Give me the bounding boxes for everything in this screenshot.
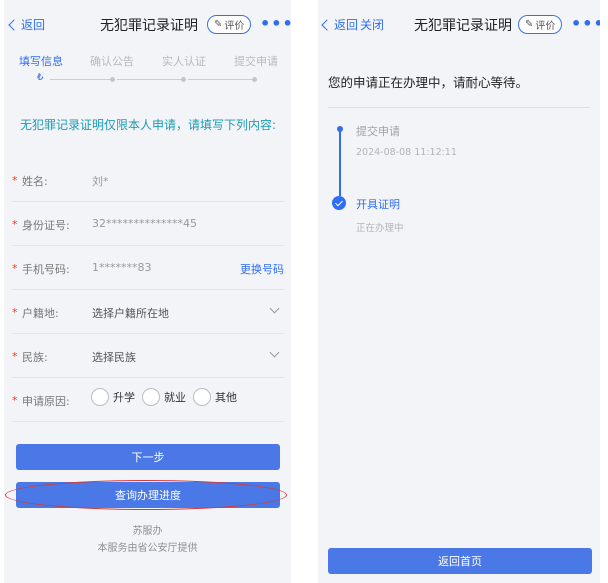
progress-screen: 返回 关闭 无犯罪记录证明 ✎ 评价 ••• 您的申请正在办理中，请耐心等待。 … bbox=[318, 0, 600, 583]
provider-note: 本服务由省公安厅提供 bbox=[97, 543, 198, 554]
more-menu-button[interactable]: ••• bbox=[260, 14, 291, 33]
ethnicity-placeholder: 选择民族 bbox=[92, 351, 136, 364]
step-submit: 提交申请 bbox=[234, 55, 278, 68]
reason-option-study[interactable]: 升学 bbox=[91, 388, 135, 406]
ethnicity-select[interactable]: * 民族: 选择民族 bbox=[12, 334, 284, 378]
rate-button[interactable]: ✎ 评价 bbox=[207, 15, 252, 34]
form-notice: 无犯罪记录证明仅限本人申请，请填写下列内容: bbox=[20, 118, 277, 132]
phone-field: * 手机号码: 1*******83 更换号码 bbox=[12, 246, 284, 290]
rate-label: 评价 bbox=[224, 21, 245, 32]
id-number-label: 身份证号: bbox=[22, 219, 70, 232]
reason-option-label: 就业 bbox=[164, 391, 186, 404]
timeline-line bbox=[339, 130, 341, 196]
reason-field: * 申请原因: 升学 就业 其他 bbox=[12, 378, 284, 422]
divider bbox=[328, 107, 590, 108]
required-mark: * bbox=[12, 394, 18, 407]
required-mark: * bbox=[12, 350, 18, 363]
home-button[interactable]: 返回首页 bbox=[328, 548, 592, 574]
step-identity-verify: 实人认证 bbox=[162, 55, 206, 68]
radio-circle bbox=[91, 388, 109, 406]
provider-brand: 苏服办 bbox=[132, 526, 163, 537]
step-connector bbox=[117, 79, 181, 80]
name-label: 姓名: bbox=[22, 175, 48, 188]
required-mark: * bbox=[12, 218, 18, 231]
phone-label: 手机号码: bbox=[22, 263, 70, 276]
radio-circle bbox=[193, 388, 211, 406]
chevron-left-icon bbox=[321, 19, 333, 31]
chevron-down-icon bbox=[269, 347, 280, 358]
name-value: 刘* bbox=[92, 175, 109, 188]
timeline-dot bbox=[337, 126, 343, 132]
pencil-icon: ✎ bbox=[525, 19, 534, 30]
hukou-select[interactable]: * 户籍地: 选择户籍所在地 bbox=[12, 290, 284, 334]
reason-option-job[interactable]: 就业 bbox=[142, 388, 186, 406]
hukou-placeholder: 选择户籍所在地 bbox=[92, 307, 169, 320]
id-number-value: 32**************45 bbox=[92, 217, 197, 230]
more-menu-button[interactable]: ••• bbox=[571, 14, 600, 33]
pencil-icon: ✎ bbox=[214, 19, 223, 30]
phone-value: 1*******83 bbox=[92, 261, 152, 274]
back-button[interactable]: 返回 bbox=[321, 16, 359, 33]
back-label: 返回 bbox=[334, 18, 359, 32]
step-confirm-notice: 确认公告 bbox=[90, 55, 134, 68]
timeline-step-time: 2024-08-08 11:12:11 bbox=[356, 147, 457, 158]
close-label: 关闭 bbox=[360, 18, 385, 32]
status-message: 您的申请正在办理中，请耐心等待。 bbox=[328, 75, 529, 90]
reason-option-other[interactable]: 其他 bbox=[193, 388, 237, 406]
required-mark: * bbox=[12, 306, 18, 319]
change-phone-link[interactable]: 更换号码 bbox=[240, 261, 284, 277]
timeline-step-status: 正在办理中 bbox=[356, 223, 404, 234]
page-title: 无犯罪记录证明 bbox=[414, 18, 512, 34]
name-field: * 姓名: 刘* bbox=[12, 158, 284, 202]
timeline-step-title: 提交申请 bbox=[356, 125, 400, 138]
chevron-down-icon bbox=[269, 303, 280, 314]
rate-label: 评价 bbox=[535, 21, 556, 32]
required-mark: * bbox=[12, 174, 18, 187]
next-step-button[interactable]: 下一步 bbox=[16, 444, 280, 470]
required-mark: * bbox=[12, 262, 18, 275]
page-title: 无犯罪记录证明 bbox=[100, 18, 198, 34]
rate-button[interactable]: ✎ 评价 bbox=[518, 15, 563, 34]
radio-circle bbox=[142, 388, 160, 406]
current-step-icon: ₺ bbox=[37, 72, 44, 83]
step-dot bbox=[110, 77, 115, 82]
step-dot bbox=[181, 77, 186, 82]
close-button[interactable]: 关闭 bbox=[360, 16, 384, 33]
step-dot bbox=[252, 77, 257, 82]
reason-label: 申请原因: bbox=[22, 395, 70, 408]
step-fill-info: 填写信息 bbox=[19, 55, 63, 68]
hukou-label: 户籍地: bbox=[22, 307, 59, 320]
step-indicator: 填写信息 确认公告 实人认证 提交申请 ₺ bbox=[4, 50, 291, 90]
timeline-step-title: 开具证明 bbox=[356, 198, 400, 211]
id-number-field: * 身份证号: 32**************45 bbox=[12, 202, 284, 246]
reason-option-label: 升学 bbox=[113, 391, 135, 404]
step-connector bbox=[50, 79, 110, 80]
step-connector bbox=[188, 79, 252, 80]
ethnicity-label: 民族: bbox=[22, 351, 48, 364]
chevron-left-icon bbox=[8, 19, 20, 31]
nav-bar: 返回 无犯罪记录证明 ✎ 评价 ••• bbox=[4, 0, 291, 48]
check-progress-button[interactable]: 查询办理进度 bbox=[16, 482, 280, 508]
application-form-screen: 返回 无犯罪记录证明 ✎ 评价 ••• 填写信息 确认公告 实人认证 提交申请 … bbox=[4, 0, 291, 583]
check-circle-icon bbox=[332, 196, 346, 210]
back-label: 返回 bbox=[21, 18, 46, 32]
nav-bar: 返回 关闭 无犯罪记录证明 ✎ 评价 ••• bbox=[318, 0, 600, 48]
back-button[interactable]: 返回 bbox=[8, 16, 46, 33]
reason-option-label: 其他 bbox=[215, 391, 237, 404]
